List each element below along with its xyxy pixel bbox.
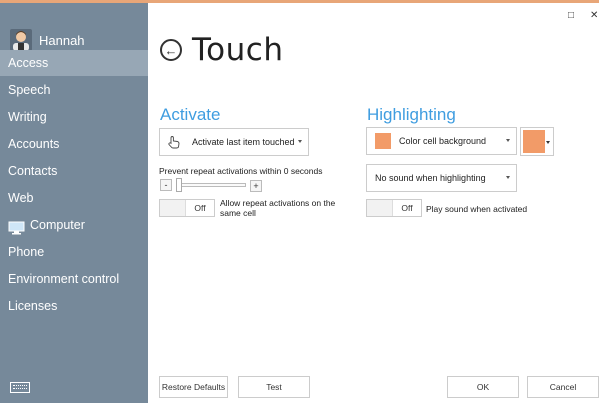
highlight-color-sample [523,130,545,153]
slider-thumb[interactable] [176,178,182,192]
sidebar-item-label: Licenses [8,299,58,313]
sidebar-item-web[interactable]: Web [0,185,148,211]
sidebar: Hannah Access Speech Writing Accounts Co… [0,3,148,403]
sidebar-item-environment-control[interactable]: Environment control [0,266,148,292]
highlight-sound-dropdown[interactable]: No sound when highlighting [366,164,517,192]
chevron-down-icon [506,139,510,142]
activate-section-title: Activate [160,105,221,124]
color-swatch-icon [375,133,391,149]
play-sound-label: Play sound when activated [426,204,528,214]
chevron-down-icon [506,176,510,179]
sidebar-item-label: Access [8,56,49,70]
cancel-button[interactable]: Cancel [527,376,599,398]
toggle-state: Off [194,203,206,213]
sidebar-item-contacts[interactable]: Contacts [0,158,148,184]
sidebar-item-label: Speech [8,83,51,97]
highlight-style-dropdown[interactable]: Color cell background [366,127,517,155]
sidebar-item-writing[interactable]: Writing [0,104,148,130]
increase-button[interactable]: + [250,180,262,192]
chevron-down-icon [546,141,550,144]
sidebar-item-label: Phone [8,245,45,259]
chevron-down-icon [298,140,302,143]
sidebar-item-phone[interactable]: Phone [0,239,148,265]
sidebar-item-speech[interactable]: Speech [0,77,148,103]
test-button[interactable]: Test [238,376,310,398]
sidebar-item-label: Accounts [8,137,60,151]
close-window-button[interactable]: ✕ [590,10,598,21]
highlight-color-picker[interactable] [520,127,554,156]
highlight-style-value: Color cell background [399,136,487,146]
page-header: ← Touch [160,32,283,68]
activate-mode-dropdown[interactable]: Activate last item touched [159,128,309,156]
sidebar-item-licenses[interactable]: Licenses [0,293,148,319]
sidebar-item-computer[interactable]: Computer [0,212,148,238]
sidebar-item-accounts[interactable]: Accounts [0,131,148,157]
user-name: Hannah [39,32,85,48]
repeat-delay-slider[interactable] [176,183,246,187]
touch-hand-icon [168,135,184,149]
sidebar-item-access[interactable]: Access [0,50,148,76]
page-title: Touch [192,32,284,68]
sidebar-item-label: Contacts [8,164,58,178]
back-arrow-icon: ← [164,42,178,58]
play-sound-toggle[interactable]: Off [366,199,422,217]
toggle-state: Off [401,203,413,213]
sidebar-item-label: Web [8,191,34,205]
allow-repeat-label: Allow repeat activations on the same cel… [220,198,336,218]
keyboard-icon[interactable] [10,382,30,393]
allow-repeat-toggle[interactable]: Off [159,199,215,217]
back-button[interactable]: ← [160,39,182,61]
avatar [10,29,32,51]
sidebar-item-label: Computer [30,218,85,232]
computer-icon [8,218,25,235]
restore-window-button[interactable]: □ [568,10,574,21]
decrease-button[interactable]: - [160,179,172,191]
sidebar-item-label: Environment control [8,272,120,286]
user-profile[interactable]: Hannah [10,29,85,51]
highlight-sound-value: No sound when highlighting [375,173,486,183]
restore-defaults-button[interactable]: Restore Defaults [159,376,228,398]
highlighting-section-title: Highlighting [367,105,456,124]
repeat-activation-label: Prevent repeat activations within 0 seco… [159,166,323,176]
activate-mode-value: Activate last item touched [192,137,295,147]
ok-button[interactable]: OK [447,376,519,398]
sidebar-item-label: Writing [8,110,47,124]
